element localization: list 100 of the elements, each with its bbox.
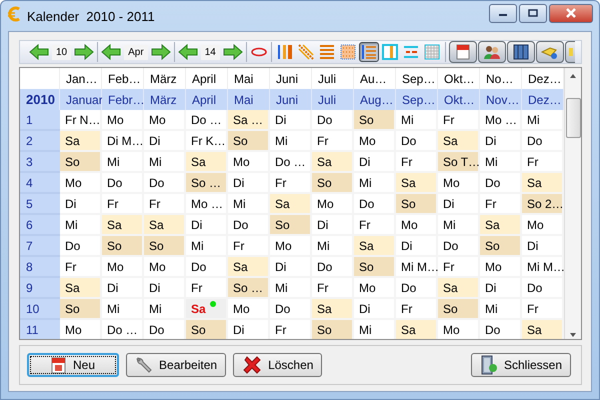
day-cell[interactable]: Mi [396, 110, 438, 131]
day-cell[interactable]: Fr N… [60, 110, 102, 131]
day-cell[interactable]: Fr [354, 215, 396, 236]
day-cell[interactable]: So [102, 236, 144, 257]
day-cell[interactable]: Sa [270, 194, 312, 215]
day-cell[interactable]: Sa [102, 215, 144, 236]
day-cell[interactable]: Fr [144, 194, 186, 215]
day-cell[interactable]: Di [480, 278, 522, 299]
day-cell[interactable]: Sa [438, 278, 480, 299]
day-cell[interactable]: Fr [228, 236, 270, 257]
day-cell[interactable]: Mo [60, 173, 102, 194]
day-cell[interactable]: So 2… [522, 194, 564, 215]
day-cell[interactable]: Sa [228, 257, 270, 278]
day-cell[interactable]: Mi [312, 236, 354, 257]
day-cell[interactable]: Sa [438, 131, 480, 152]
day-cell[interactable]: Sa [522, 320, 564, 339]
day-cell[interactable]: Do [480, 173, 522, 194]
day-cell[interactable]: Mo [102, 110, 144, 131]
day-cell[interactable]: Fr [312, 131, 354, 152]
day-cell[interactable]: Di [354, 299, 396, 320]
day-cell[interactable]: So … [186, 173, 228, 194]
day-cell[interactable]: Sa [60, 278, 102, 299]
day-cell[interactable]: Fr [186, 278, 228, 299]
day-cell[interactable]: Mi [102, 152, 144, 173]
day-cell[interactable]: Do [438, 236, 480, 257]
day-cell[interactable]: Fr [522, 299, 564, 320]
day-cell[interactable]: Di [270, 110, 312, 131]
day-cell[interactable]: Sa [312, 299, 354, 320]
day-cell[interactable]: Do [522, 131, 564, 152]
day-cell[interactable]: So [144, 236, 186, 257]
day-cell[interactable]: Mo [228, 152, 270, 173]
day-cell[interactable]: Mo [396, 215, 438, 236]
day-cell[interactable]: So [354, 257, 396, 278]
delete-button[interactable]: Löschen [233, 353, 322, 377]
day-cell[interactable]: Di [522, 236, 564, 257]
day-cell[interactable]: Sa … [228, 110, 270, 131]
day-cell[interactable]: Do [144, 173, 186, 194]
day-cell[interactable]: Do [396, 278, 438, 299]
day-cell[interactable]: Do [354, 194, 396, 215]
day-cell[interactable]: Mi [270, 278, 312, 299]
edit-button[interactable]: Bearbeiten [126, 353, 226, 377]
day-cell[interactable]: So [312, 173, 354, 194]
day-cell[interactable]: Do [396, 131, 438, 152]
new-button[interactable]: Neu [27, 353, 120, 377]
day-cell[interactable]: So [228, 131, 270, 152]
day-cell[interactable]: Mo [312, 194, 354, 215]
day-cell[interactable]: So [396, 194, 438, 215]
day-cell[interactable]: Mo … [480, 110, 522, 131]
day-cell[interactable]: Do [60, 236, 102, 257]
day-cell[interactable]: Do [312, 110, 354, 131]
day-cell[interactable]: Di M… [102, 131, 144, 152]
day-cell[interactable]: Mi [228, 194, 270, 215]
day-cell[interactable]: Sa [480, 215, 522, 236]
day-cell[interactable]: So T… [438, 152, 480, 173]
day-cell[interactable]: So … [228, 278, 270, 299]
day-cell[interactable]: Sa [144, 215, 186, 236]
day-cell[interactable]: Di [144, 278, 186, 299]
day-cell[interactable]: Mi [102, 299, 144, 320]
day-cell[interactable]: Mi [438, 215, 480, 236]
day-cell[interactable]: Do [186, 257, 228, 278]
day-cell[interactable]: Mi M… [396, 257, 438, 278]
day-cell[interactable]: Mo … [186, 194, 228, 215]
close-button[interactable]: Schliessen [470, 353, 571, 377]
day-cell[interactable]: Fr [270, 173, 312, 194]
day-cell[interactable]: Do … [270, 152, 312, 173]
day-cell[interactable]: Mo [144, 110, 186, 131]
day-cell[interactable]: So [60, 152, 102, 173]
day-cell[interactable]: Mo [228, 299, 270, 320]
day-cell[interactable]: Mi [522, 110, 564, 131]
day-cell[interactable]: Sa [396, 320, 438, 339]
day-cell[interactable]: Mi M… [522, 257, 564, 278]
day-cell[interactable]: Fr [438, 257, 480, 278]
day-cell[interactable]: Fr [438, 110, 480, 131]
day-cell[interactable]: Di [270, 257, 312, 278]
day-cell[interactable]: Mo [354, 278, 396, 299]
day-cell[interactable]: Di [312, 215, 354, 236]
day-cell[interactable]: Sa [312, 152, 354, 173]
day-cell[interactable]: Mi [60, 215, 102, 236]
day-cell[interactable]: Di [60, 194, 102, 215]
day-cell[interactable]: Do [522, 278, 564, 299]
day-cell[interactable]: So [186, 320, 228, 339]
day-cell[interactable]: Fr [312, 278, 354, 299]
day-cell[interactable]: Fr [522, 152, 564, 173]
day-cell[interactable]: Fr [480, 194, 522, 215]
day-cell[interactable]: Do [312, 257, 354, 278]
day-cell[interactable]: Di [102, 278, 144, 299]
day-cell[interactable]: Di [228, 173, 270, 194]
day-cell[interactable]: So [312, 320, 354, 339]
day-cell[interactable]: Do [102, 173, 144, 194]
day-cell[interactable]: Do … [186, 110, 228, 131]
day-cell[interactable]: Fr [396, 152, 438, 173]
day-cell[interactable]: Mo [438, 173, 480, 194]
day-cell[interactable]: Mi [480, 152, 522, 173]
day-cell[interactable]: So [480, 236, 522, 257]
day-cell[interactable]: Fr K… [186, 131, 228, 152]
day-cell[interactable]: Di [354, 152, 396, 173]
day-cell[interactable]: So [60, 299, 102, 320]
day-cell[interactable]: Sa [354, 236, 396, 257]
day-cell[interactable]: Di [144, 131, 186, 152]
day-cell[interactable]: Mi [186, 236, 228, 257]
